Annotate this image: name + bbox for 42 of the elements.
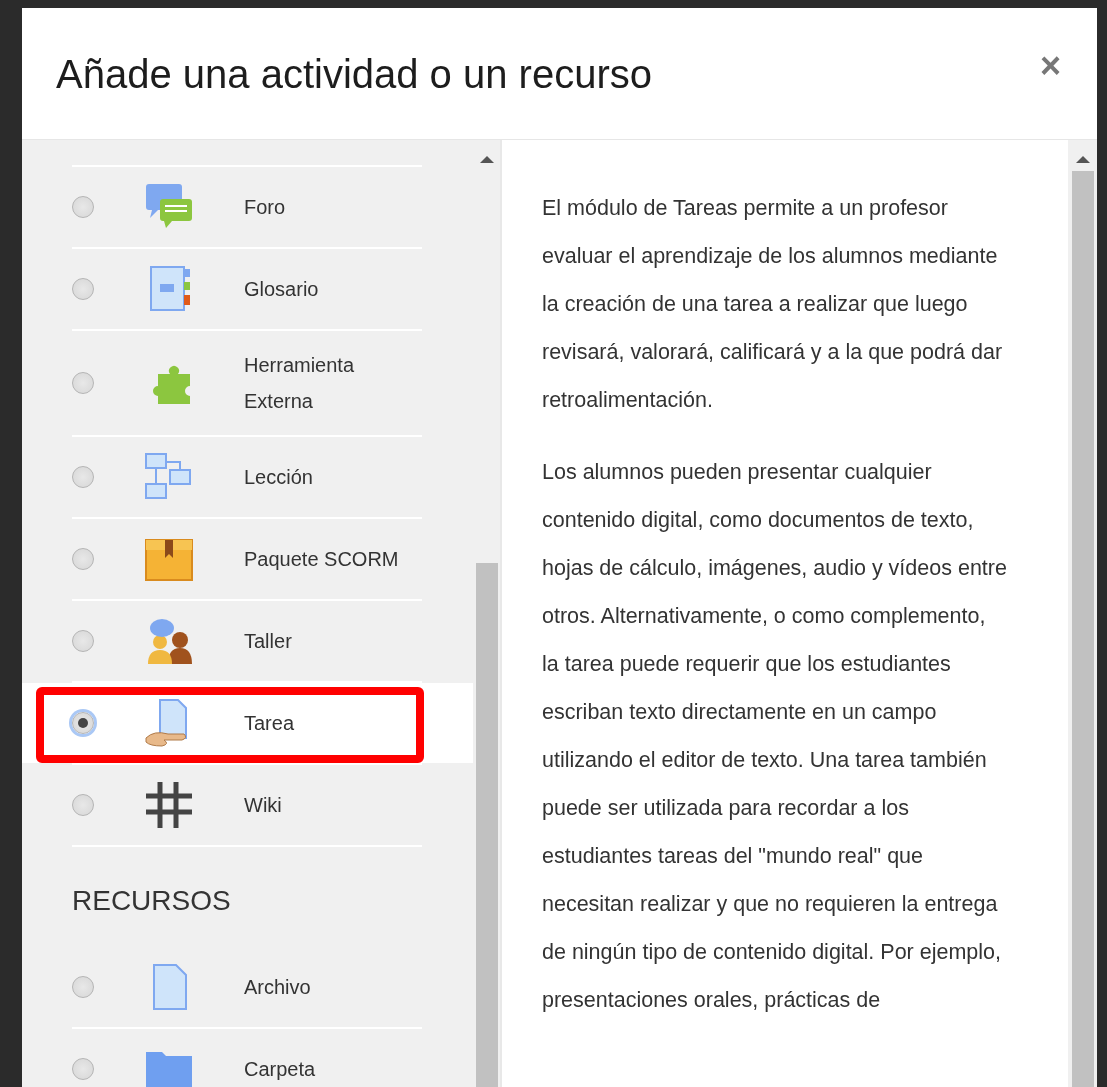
scrollbar[interactable] (1068, 140, 1097, 1087)
activity-option[interactable]: Carpeta (22, 1029, 473, 1087)
activity-label: Wiki (244, 793, 283, 818)
activity-label: Archivo (244, 975, 312, 1000)
radio-button[interactable] (72, 196, 94, 218)
scrollbar-thumb[interactable] (475, 563, 498, 1087)
radio-button[interactable] (72, 278, 94, 300)
activity-option[interactable]: Herramienta Externa (22, 331, 473, 435)
flowchart-icon (144, 452, 194, 502)
activity-option[interactable]: Paquete SCORM (22, 519, 473, 599)
radio-button[interactable] (72, 466, 94, 488)
close-button[interactable]: × (1035, 44, 1065, 88)
radio-button[interactable] (72, 630, 94, 652)
activity-label: Glosario (244, 277, 320, 302)
activity-label: Lección (244, 465, 314, 490)
description-paragraph: El módulo de Tareas permite a un profesor evaluar el aprendizaje de los alumnos mediante la creación de una tarea a realizar que luego revisará, valorará, calificará y a la que podrá dar retroalimentación. (542, 195, 1004, 414)
activity-label: Paquete SCORM (244, 547, 400, 572)
activity-option[interactable]: Archivo (22, 947, 473, 1027)
activity-option[interactable]: Lección (22, 437, 473, 517)
activity-label: Herramienta Externa (244, 353, 356, 414)
dialog-title: Añade una actividad o un recurso (56, 52, 652, 97)
radio-button[interactable] (72, 712, 94, 734)
description-paragraph: Los alumnos pueden presentar cualquier contenido digital, como documentos de texto, hojas de cálculo, imágenes, audio y vídeos entre otros. Alternativamente, o como complemento, la tarea puede requerir que los estudiantes escriban texto directamente en un campo utilizando el editor de texto. Una tarea también puede ser utilizada para recordar a los estudiantes tareas del "mundo real" que necesitan realizar y que no requieren la entrega de ningún tipo de contenido digital. Por ejemplo, presentaciones orales, prácticas de (542, 459, 1008, 1014)
activity-option[interactable]: Wiki (22, 765, 473, 845)
lattice-icon (144, 780, 194, 830)
radio-button[interactable] (72, 976, 94, 998)
radio-button[interactable] (72, 794, 94, 816)
radio-button[interactable] (72, 548, 94, 570)
activity-option[interactable]: Glosario (22, 249, 473, 329)
section-heading: RECURSOS (72, 885, 232, 918)
activity-label: Taller (244, 629, 293, 654)
activity-label: Carpeta (244, 1057, 317, 1082)
activity-option[interactable]: Taller (22, 601, 473, 681)
scroll-up-arrow[interactable] (1075, 156, 1090, 163)
activity-option[interactable]: Tarea (22, 683, 473, 763)
scroll-up-arrow[interactable] (479, 156, 494, 163)
radio-button[interactable] (72, 1058, 94, 1080)
activity-option[interactable]: Foro (22, 167, 473, 247)
scrollbar-thumb[interactable] (1071, 171, 1094, 1087)
radio-button[interactable] (72, 372, 94, 394)
activity-label: Foro (244, 195, 287, 220)
activity-label: Tarea (244, 711, 296, 736)
